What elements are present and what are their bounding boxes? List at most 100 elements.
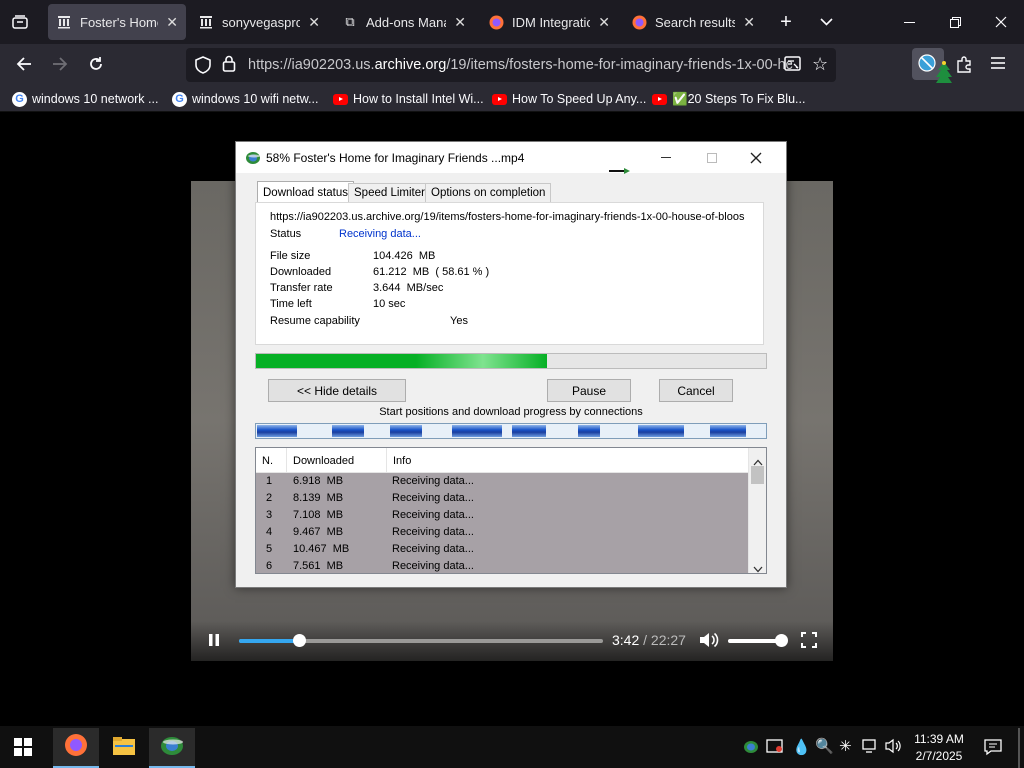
reader-view-icon[interactable] bbox=[784, 56, 802, 74]
tab-title: Add-ons Manag bbox=[366, 14, 446, 30]
tab-addons-manager[interactable]: ⧉ Add-ons Manag ✕ bbox=[334, 4, 474, 40]
downloaded-value: 61.212 MB ( 58.61 % ) bbox=[373, 266, 490, 278]
download-progress-fill bbox=[256, 354, 547, 368]
bookmark-item[interactable]: Gwindows 10 wifi netw... bbox=[172, 89, 318, 109]
connections-list[interactable]: N. Downloaded Info 1 6.918 MB Receiving da… bbox=[255, 447, 767, 574]
clock[interactable]: 11:39 AM 2/7/2025 bbox=[910, 731, 968, 765]
column-header-n[interactable]: N. bbox=[256, 448, 287, 473]
bookmark-label: windows 10 network ... bbox=[32, 92, 159, 106]
close-dialog-button[interactable] bbox=[733, 142, 779, 173]
table-row[interactable]: 5 10.467 MB Receiving data... bbox=[256, 541, 748, 558]
scroll-down-icon[interactable] bbox=[753, 560, 763, 573]
folder-icon bbox=[112, 736, 136, 761]
bookmark-item[interactable]: How To Speed Up Any... bbox=[492, 89, 646, 109]
cancel-button[interactable]: Cancel bbox=[659, 379, 733, 402]
tab-idm-integration[interactable]: IDM Integration ✕ bbox=[480, 4, 618, 40]
scroll-thumb[interactable] bbox=[751, 466, 764, 484]
time-separator: / bbox=[643, 632, 648, 648]
tab-search-results[interactable]: Search results fo ✕ bbox=[623, 4, 763, 40]
shield-icon[interactable] bbox=[195, 56, 213, 74]
url-prefix: https://ia902203.us. bbox=[248, 57, 375, 73]
show-desktop-button[interactable] bbox=[1018, 728, 1020, 768]
file-size-label: File size bbox=[270, 250, 311, 262]
idm-tray-icon[interactable] bbox=[742, 738, 760, 758]
column-header-downloaded[interactable]: Downloaded bbox=[287, 448, 387, 473]
tab-download-status[interactable]: Download status bbox=[257, 181, 355, 203]
new-tab-button[interactable]: + bbox=[774, 10, 798, 34]
close-tab-icon[interactable]: ✕ bbox=[308, 14, 320, 31]
url-suffix: /19/items/fosters-home-for-imaginary-fri… bbox=[446, 57, 793, 73]
volume-slider[interactable] bbox=[728, 639, 782, 643]
tab-speed-limiter[interactable]: Speed Limiter bbox=[348, 183, 431, 202]
drop-icon[interactable]: 💧 bbox=[792, 738, 811, 756]
volume-handle[interactable] bbox=[775, 634, 788, 647]
bookmark-item[interactable]: ✅20 Steps To Fix Blu... bbox=[652, 89, 805, 109]
minimize-window-button[interactable] bbox=[886, 8, 932, 36]
download-status-panel: https://ia902203.us.archive.org/19/items… bbox=[255, 202, 764, 345]
list-scrollbar[interactable] bbox=[748, 448, 766, 573]
table-row[interactable]: 3 7.108 MB Receiving data... bbox=[256, 507, 748, 524]
notification-center-icon[interactable] bbox=[983, 738, 1003, 756]
cell-info: Receiving data... bbox=[392, 560, 474, 572]
taskbar-firefox[interactable] bbox=[53, 728, 99, 768]
menu-hamburger-icon[interactable] bbox=[990, 56, 1010, 74]
column-header-info[interactable]: Info bbox=[387, 448, 748, 473]
connection-segment bbox=[390, 425, 422, 437]
cell-n: 3 bbox=[266, 509, 273, 521]
volume-icon[interactable] bbox=[699, 631, 719, 651]
close-tab-icon[interactable]: ✕ bbox=[743, 14, 755, 31]
network-icon[interactable] bbox=[862, 738, 880, 758]
pause-button[interactable]: Pause bbox=[547, 379, 631, 402]
forward-arrow-icon[interactable] bbox=[45, 49, 75, 79]
restore-window-button[interactable] bbox=[932, 8, 978, 36]
cell-downloaded: 7.561 MB bbox=[293, 560, 344, 572]
bookmark-star-icon[interactable]: ☆ bbox=[812, 55, 830, 73]
maximize-dialog-button[interactable] bbox=[689, 142, 735, 173]
table-row[interactable]: 4 9.467 MB Receiving data... bbox=[256, 524, 748, 541]
bluetooth-icon[interactable]: ✳ bbox=[839, 737, 852, 755]
taskbar-idm[interactable] bbox=[149, 728, 195, 768]
cell-n: 2 bbox=[266, 492, 273, 504]
table-row[interactable]: 2 8.139 MB Receiving data... bbox=[256, 490, 748, 507]
tab-options-on-completion[interactable]: Options on completion bbox=[425, 183, 552, 202]
resume-capability-label: Resume capability bbox=[270, 315, 360, 327]
extensions-puzzle-icon[interactable] bbox=[955, 55, 975, 75]
taskbar-file-explorer[interactable] bbox=[101, 728, 147, 768]
seek-handle[interactable] bbox=[293, 634, 306, 647]
back-arrow-icon[interactable] bbox=[9, 49, 39, 79]
file-size-value: 104.426 MB bbox=[373, 250, 436, 262]
bookmark-label: How to Install Intel Wi... bbox=[353, 92, 484, 106]
cell-info: Receiving data... bbox=[392, 526, 474, 538]
speaker-icon[interactable] bbox=[885, 738, 903, 758]
scroll-up-icon[interactable] bbox=[753, 453, 763, 466]
chevron-down-icon[interactable] bbox=[814, 10, 838, 34]
lock-icon[interactable] bbox=[222, 55, 238, 73]
fullscreen-icon[interactable] bbox=[801, 632, 819, 650]
url-bar[interactable]: https://ia902203.us. archive.org/19/items… bbox=[186, 48, 836, 82]
hide-details-button[interactable]: << Hide details bbox=[268, 379, 406, 402]
table-row[interactable]: 1 6.918 MB Receiving data... bbox=[256, 473, 748, 490]
tab-fosters-home[interactable]: Foster's Home fo ✕ bbox=[48, 4, 186, 40]
bookmark-item[interactable]: Gwindows 10 network ... bbox=[12, 89, 158, 109]
cell-info: Receiving data... bbox=[392, 509, 474, 521]
windows-start-icon[interactable] bbox=[14, 738, 34, 758]
connections-progress-bar bbox=[255, 423, 767, 439]
search-tray-icon[interactable]: 🔍 bbox=[815, 737, 834, 755]
firefox-icon bbox=[631, 14, 647, 30]
close-tab-icon[interactable]: ✕ bbox=[598, 14, 610, 31]
pause-icon[interactable] bbox=[207, 633, 223, 649]
close-tab-icon[interactable]: ✕ bbox=[454, 14, 466, 31]
close-tab-icon[interactable]: ✕ bbox=[166, 14, 178, 31]
close-window-button[interactable] bbox=[978, 8, 1024, 36]
bookmark-item[interactable]: How to Install Intel Wi... bbox=[333, 89, 484, 109]
list-all-tabs-icon[interactable] bbox=[8, 10, 32, 34]
downloaded-label: Downloaded bbox=[270, 266, 332, 278]
youtube-icon bbox=[652, 93, 667, 105]
minimize-dialog-button[interactable] bbox=[643, 142, 689, 173]
table-row[interactable]: 6 7.561 MB Receiving data... bbox=[256, 558, 748, 573]
status-label: Status bbox=[270, 228, 302, 240]
reload-icon[interactable] bbox=[81, 49, 111, 79]
cell-downloaded: 8.139 MB bbox=[293, 492, 344, 504]
tray-app-icon[interactable] bbox=[766, 738, 784, 758]
tab-sonyvegaspro12[interactable]: sonyvegaspro12 ✕ bbox=[190, 4, 328, 40]
